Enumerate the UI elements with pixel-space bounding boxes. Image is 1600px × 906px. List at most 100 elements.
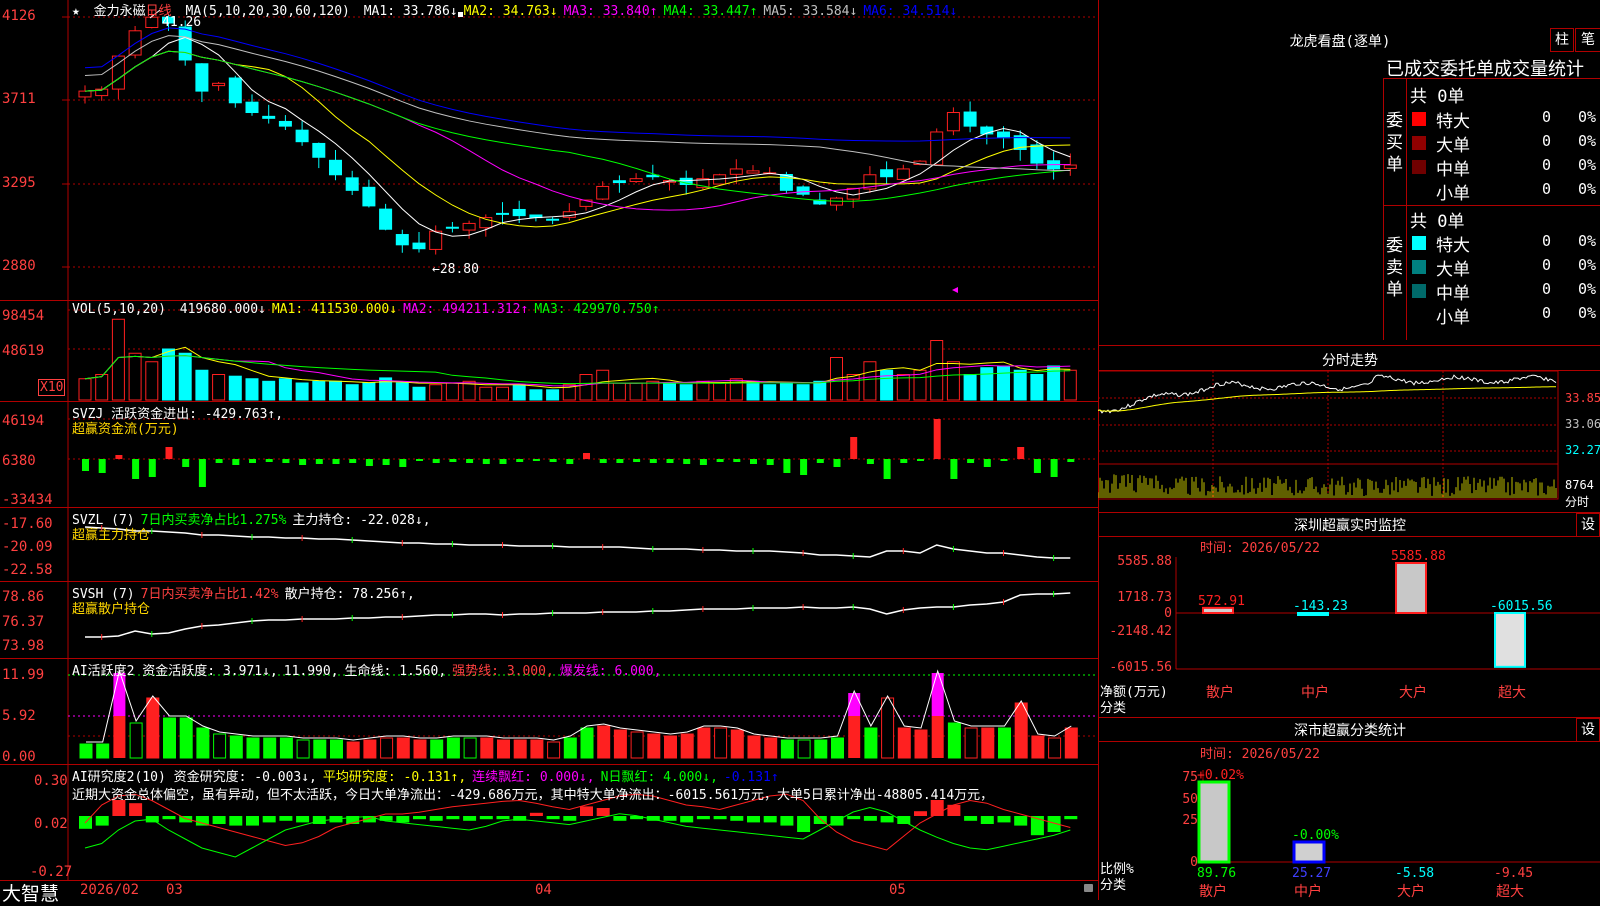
volume-bar	[195, 369, 209, 401]
candle-body	[362, 186, 376, 207]
candle-body	[228, 77, 242, 104]
ai3-bar	[463, 816, 477, 821]
sell-name: 特大	[1436, 236, 1470, 256]
svsh-panel[interactable]: SVSH (7) 7日内买卖净占比1.42% 散户持仓: 78.256↑, 超赢散户…	[0, 581, 1098, 659]
stat-bar-1	[1292, 840, 1326, 864]
candle-body	[329, 159, 342, 176]
ma-header: ★ 金力永磁日线 MA(5,10,20,30,60,120) MA1: 33.7…	[72, 0, 969, 19]
sell-count: 0	[1542, 304, 1552, 322]
sz-stat-chart[interactable]: 7550250+0.02%-0.00%89.76散户25.27中户-5.58大户…	[1098, 742, 1600, 900]
intraday-label-mid: 33.06	[1565, 417, 1600, 431]
pen-view-button[interactable]: 笔	[1575, 28, 1600, 52]
app-logo[interactable]: 大智慧	[2, 879, 59, 906]
ai2-bar	[730, 729, 744, 759]
sell-percent: 0%	[1578, 232, 1597, 250]
sz-monitor-chart[interactable]: 5585.88 1718.730 -2148.42 -6015.56 572.91 散户 -…	[1098, 537, 1600, 712]
ai3-bar	[580, 806, 593, 816]
svzj-bar	[967, 459, 975, 463]
candle-body	[596, 185, 610, 200]
volume-bar	[1030, 374, 1044, 401]
stock-name[interactable]: 金力永磁	[94, 4, 146, 19]
lock-icon[interactable]	[1084, 884, 1093, 892]
stat-category-label: 散户	[1199, 883, 1227, 900]
svzj-bar	[482, 459, 490, 464]
monitor-settings-button[interactable]: 设	[1576, 513, 1600, 537]
ma-item-5: MA6: 34.514↓	[863, 4, 958, 19]
volume-panel[interactable]: VOL(5,10,20) 419680.000↓ MA1: 411530.000↓…	[0, 300, 1098, 402]
ai2-bar	[964, 727, 978, 759]
svzj-bar	[82, 459, 89, 471]
svzj-bar	[132, 459, 140, 479]
intraday-label-low: 32.27	[1565, 443, 1600, 457]
buy-percent: 0%	[1578, 156, 1597, 174]
ai-research-panel[interactable]: AI研究度2(10) 资金研究度: -0.003↓, 平均研究度: -0.131↑…	[0, 764, 1098, 881]
volume-bar	[228, 375, 242, 401]
buy-name: 小单	[1436, 184, 1470, 204]
ai3-bar	[229, 816, 243, 826]
svzj-bar	[365, 459, 373, 466]
volume-bar	[779, 382, 793, 401]
ai3-item-2: 连续飘红: 0.000↓,	[472, 770, 595, 785]
ai2-bar	[931, 716, 944, 758]
candle-body	[546, 218, 560, 221]
tabs-underline	[1383, 78, 1600, 79]
ai3-bar	[713, 816, 727, 820]
ai2-bar	[313, 739, 327, 759]
ai2-bar	[113, 716, 126, 758]
ai-activity-panel[interactable]: AI活跃度2 资金活跃度: 3.971↓, 11.990, 生命线: 1.560, 强…	[0, 658, 1098, 765]
ai3-bar	[179, 816, 193, 823]
sell-order-label: 委卖单	[1386, 235, 1403, 301]
vol-header: VOL(5,10,20) 419680.000↓ MA1: 411530.000↓…	[72, 302, 672, 317]
ma-item-1: MA2: 34.763↓	[463, 4, 558, 19]
svzj-subheader: 超赢资金流(万元)	[72, 422, 179, 437]
volume-bar	[663, 382, 676, 401]
monitor-y-label: -2148.42	[1109, 624, 1172, 639]
table-mid-border	[1383, 205, 1600, 206]
bar-view-button[interactable]: 柱	[1550, 28, 1574, 52]
svzj-bar	[232, 459, 240, 465]
ai2-bar	[848, 716, 861, 758]
ai3-y-top: 0.30	[34, 773, 68, 789]
intraday-chart[interactable]	[1098, 371, 1600, 511]
ai2-bar	[797, 739, 811, 759]
ai2-bar	[396, 737, 410, 759]
ma-item-0: MA1: 33.786↓	[363, 4, 458, 19]
volume-bar	[395, 382, 409, 401]
ai3-bar	[680, 816, 694, 823]
svzl-panel[interactable]: SVZL (7) 7日内买卖净占比1.275% 主力持仓: -22.028↓, 超赢…	[0, 507, 1098, 582]
star-icon[interactable]: ★	[72, 4, 80, 19]
ai2-bar	[580, 727, 594, 759]
ai3-bar	[479, 816, 493, 820]
ai3-bar	[897, 816, 911, 824]
stat-settings-button[interactable]: 设	[1576, 718, 1600, 742]
ai2-bar	[780, 739, 794, 759]
stat-top-label: -0.00%	[1292, 828, 1339, 843]
ai2-bar	[380, 737, 394, 759]
ai2-bar	[497, 739, 510, 759]
volume-bar	[1063, 369, 1077, 401]
svzl-value: 主力持仓: -22.028↓,	[292, 513, 431, 528]
table-inner-border	[1406, 78, 1407, 340]
sell-name: 小单	[1436, 308, 1470, 328]
candle-body	[195, 63, 209, 92]
sell-percent: 0%	[1578, 304, 1597, 322]
svzj-bar	[783, 459, 791, 473]
y-label-3711: 3711	[2, 91, 36, 107]
kline-chart[interactable]	[0, 0, 1098, 300]
ai3-bar	[863, 816, 877, 821]
candle-body	[880, 169, 894, 178]
buy-count: 0	[1542, 156, 1552, 174]
candle-body	[345, 177, 359, 191]
svzj-bar	[583, 453, 590, 459]
ai2-y-top: 11.99	[2, 667, 45, 683]
ai2-bar	[647, 733, 661, 759]
svzj-panel[interactable]: SVZJ 活跃资金进出: -429.763↑, 超赢资金流(万元) 46194 …	[0, 401, 1098, 508]
kline-panel[interactable]: ★ 金力永磁日线 MA(5,10,20,30,60,120) MA1: 33.7…	[0, 0, 1098, 301]
volume-bar	[445, 382, 459, 401]
stat-top-label: +0.02%	[1197, 768, 1244, 783]
ai3-item-4: -0.131↑	[723, 770, 779, 785]
svzj-bar	[532, 459, 540, 461]
svzj-bar	[983, 459, 991, 467]
stat-bottom-value: 89.76	[1197, 866, 1236, 881]
ai2-bar	[697, 727, 711, 759]
